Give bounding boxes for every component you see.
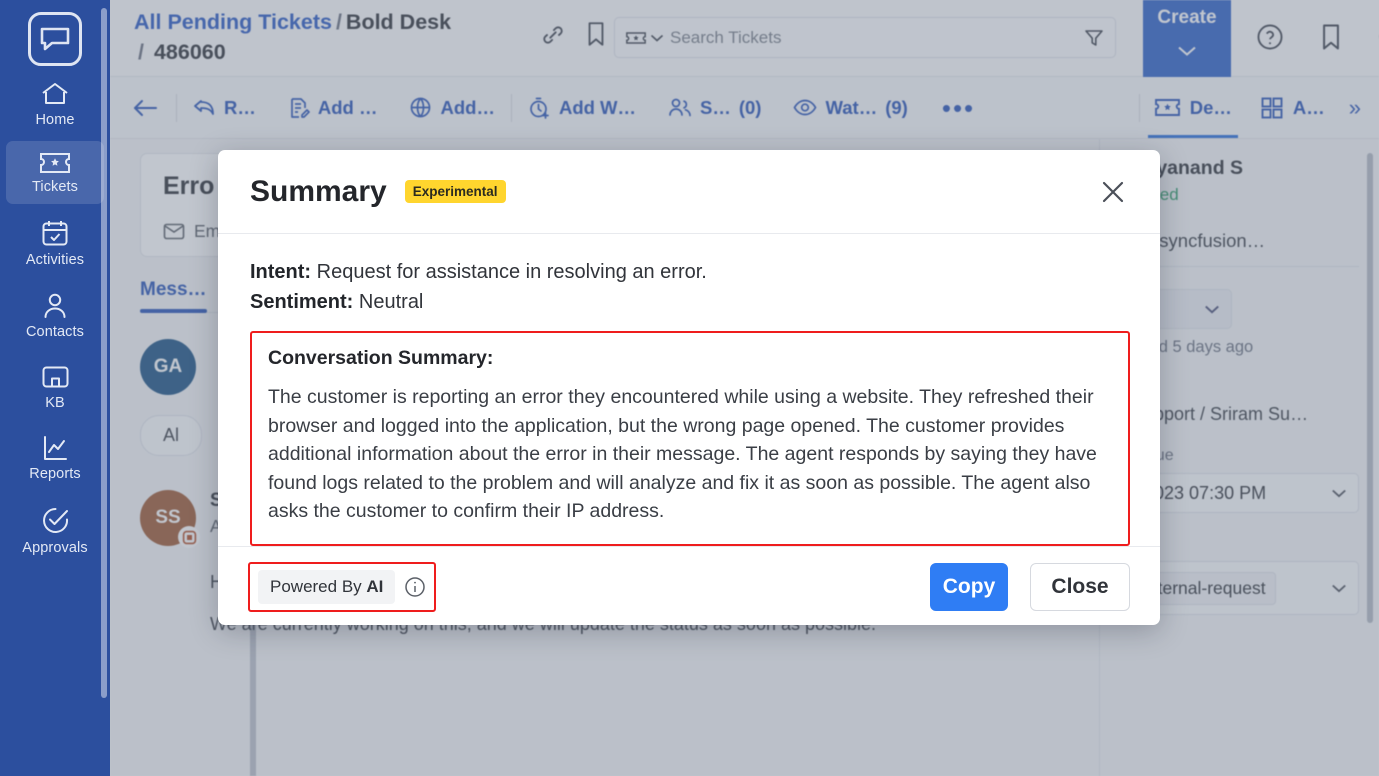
intent-row: Intent: Request for assistance in resolv…	[250, 258, 1130, 287]
close-icon[interactable]	[1098, 177, 1128, 207]
person-icon	[41, 292, 69, 319]
intent-value: Request for assistance in resolving an e…	[316, 261, 707, 283]
conversation-summary-heading: Conversation Summary:	[268, 347, 494, 369]
check-circle-icon	[41, 506, 70, 535]
summary-modal-title: Summary	[250, 174, 387, 208]
powered-by-ai-strong: AI	[366, 577, 384, 596]
sentiment-label: Sentiment:	[250, 291, 354, 313]
powered-by-ai-group: Powered By AI	[248, 562, 437, 612]
sidebar-item-label: Contacts	[25, 324, 85, 340]
sidebar-item-home[interactable]: Home	[6, 70, 104, 137]
knowledge-base-icon	[41, 364, 70, 390]
sidebar-item-tickets[interactable]: Tickets	[6, 141, 104, 204]
bolddesk-logo[interactable]	[28, 12, 82, 66]
sidebar-item-label: Home	[35, 112, 75, 128]
sidebar-item-label: Reports	[29, 466, 81, 482]
sentiment-value: Neutral	[358, 291, 424, 313]
close-button[interactable]: Close	[1030, 563, 1130, 611]
chart-icon	[41, 435, 69, 461]
home-icon	[40, 81, 70, 107]
sidebar-item-label: Activities	[25, 252, 85, 268]
app-root: All Pending Tickets/Bold Desk / 486060	[0, 0, 1379, 776]
sidebar-item-label: Approvals	[22, 540, 88, 556]
powered-by-ai-badge: Powered By AI	[258, 570, 396, 604]
summary-modal-actions: Copy Close	[930, 563, 1130, 611]
sidebar-item-contacts[interactable]: Contacts	[6, 281, 104, 349]
sidebar-item-kb[interactable]: KB	[6, 353, 104, 420]
conversation-summary-text: The customer is reporting an error they …	[268, 386, 1097, 522]
sidebar-item-approvals[interactable]: Approvals	[6, 495, 104, 565]
experimental-badge: Experimental	[404, 180, 506, 203]
sidebar-item-label: KB	[45, 395, 65, 411]
summary-modal-body: Intent: Request for assistance in resolv…	[218, 234, 1160, 546]
ticket-icon	[39, 152, 71, 174]
intent-label: Intent:	[250, 261, 312, 283]
conversation-summary-box: Conversation Summary: The customer is re…	[250, 331, 1130, 546]
sidebar-item-reports[interactable]: Reports	[6, 424, 104, 491]
summary-modal-footer: Powered By AI Copy Close	[218, 545, 1160, 626]
left-navigation-rail: Home Tickets Activities Contacts KB Repo…	[0, 0, 110, 776]
powered-by-prefix: Powered By	[270, 577, 367, 596]
sidebar-scrollbar[interactable]	[101, 8, 107, 698]
info-icon[interactable]	[404, 576, 426, 598]
summary-modal: Summary Experimental Intent: Request for…	[218, 150, 1160, 625]
sentiment-row: Sentiment: Neutral	[250, 288, 1130, 317]
summary-modal-header: Summary Experimental	[218, 150, 1160, 234]
sidebar-item-label: Tickets	[31, 179, 79, 195]
copy-button[interactable]: Copy	[930, 563, 1008, 611]
sidebar-item-activities[interactable]: Activities	[6, 208, 104, 277]
calendar-check-icon	[41, 219, 69, 247]
